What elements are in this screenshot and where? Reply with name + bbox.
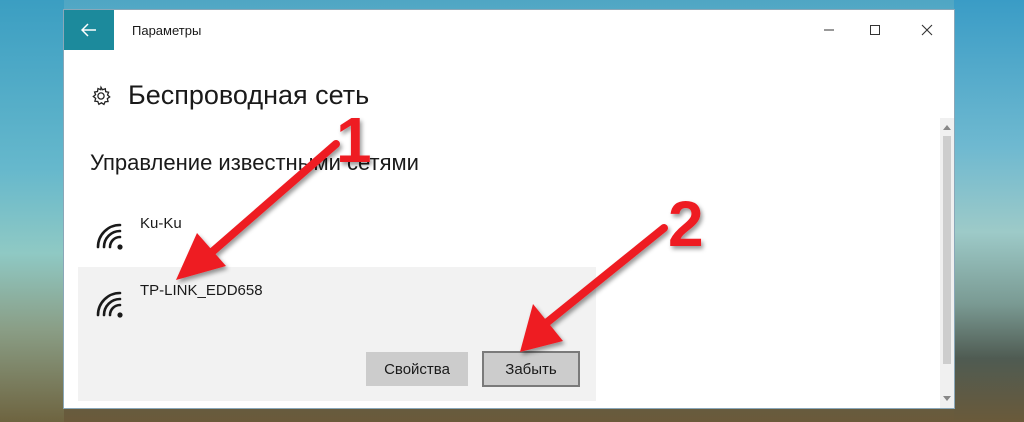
minimize-icon bbox=[824, 29, 834, 31]
vertical-scrollbar[interactable] bbox=[940, 118, 954, 408]
wifi-icon bbox=[96, 291, 123, 318]
desktop-background-left bbox=[0, 0, 64, 422]
section-title: Управление известными сетями bbox=[90, 150, 419, 175]
forget-button[interactable]: Забыть bbox=[482, 351, 580, 387]
settings-window: Параметры Беспроводная сеть Управление и… bbox=[64, 10, 954, 408]
page-title: Беспроводная сеть bbox=[128, 80, 370, 110]
maximize-button[interactable] bbox=[852, 10, 898, 50]
gear-icon bbox=[92, 84, 111, 105]
network-item-tp-link[interactable]: TP-LINK_EDD658 Свойства Забыть bbox=[78, 267, 596, 401]
network-name: TP-LINK_EDD658 bbox=[140, 282, 263, 299]
properties-button[interactable]: Свойства bbox=[366, 352, 468, 386]
wifi-icon bbox=[96, 223, 123, 250]
back-arrow-icon bbox=[81, 23, 96, 37]
minimize-button[interactable] bbox=[806, 10, 852, 50]
close-icon bbox=[921, 24, 933, 36]
maximize-icon bbox=[870, 25, 880, 35]
page-header: Беспроводная сеть bbox=[90, 80, 369, 111]
app-title: Параметры bbox=[132, 23, 202, 38]
network-name: Ku-Ku bbox=[140, 215, 182, 232]
scrollbar-thumb[interactable] bbox=[943, 136, 951, 364]
scroll-down-icon[interactable] bbox=[940, 392, 954, 406]
network-item-ku-ku[interactable]: Ku-Ku bbox=[78, 205, 596, 267]
close-button[interactable] bbox=[904, 10, 950, 50]
desktop-background-right bbox=[954, 0, 1024, 422]
title-bar: Параметры bbox=[64, 10, 954, 50]
back-button[interactable] bbox=[64, 10, 114, 50]
scroll-up-icon[interactable] bbox=[940, 120, 954, 134]
